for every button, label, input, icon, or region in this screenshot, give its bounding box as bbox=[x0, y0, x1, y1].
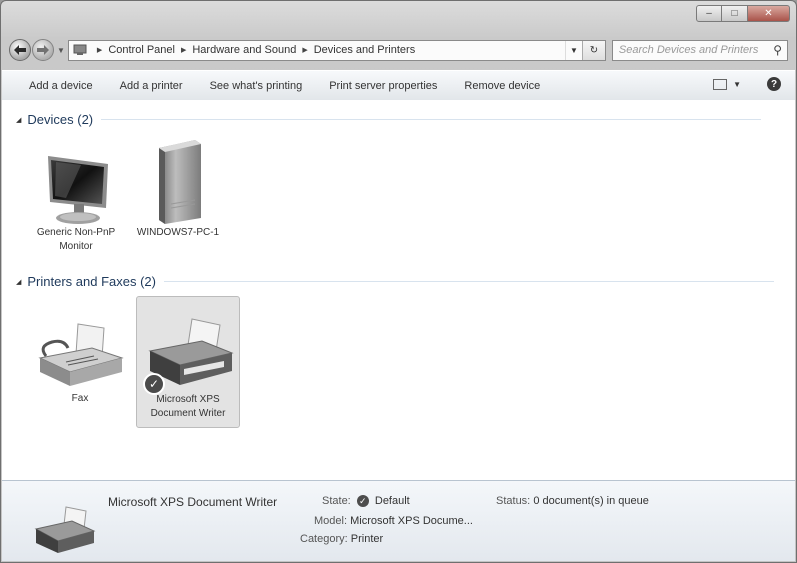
printer-item-fax[interactable]: Fax bbox=[28, 308, 132, 406]
device-label: WINDOWS7-PC-1 bbox=[136, 227, 220, 238]
search-input[interactable]: Search Devices and Printers ⚲ bbox=[611, 39, 788, 61]
status-label: Status: bbox=[496, 495, 531, 507]
minimize-button[interactable]: – bbox=[696, 5, 722, 22]
status-value: 0 document(s) in queue bbox=[533, 495, 649, 507]
details-device-name: Microsoft XPS Document Writer bbox=[108, 495, 278, 509]
forward-button[interactable] bbox=[32, 39, 54, 61]
add-device-button[interactable]: Add a device bbox=[29, 80, 93, 92]
toolbar-right: ▼ ? bbox=[713, 77, 781, 91]
view-options-dropdown[interactable]: ▼ bbox=[733, 80, 741, 89]
address-history-dropdown[interactable]: ▼ bbox=[564, 40, 582, 60]
address-bar[interactable]: ▶ Control Panel ▶ Hardware and Sound ▶ D… bbox=[67, 39, 606, 61]
printer-label: Fax bbox=[71, 393, 89, 404]
navigation-bar: ▼ ▶ Control Panel ▶ Hardware and Sound ▶… bbox=[9, 37, 788, 63]
group-divider bbox=[101, 119, 762, 120]
close-button[interactable]: ✕ bbox=[748, 5, 790, 22]
icon-container bbox=[126, 130, 230, 226]
caption-buttons: – □ ✕ bbox=[696, 5, 790, 22]
recent-pages-dropdown[interactable]: ▼ bbox=[57, 46, 65, 55]
category-value: Printer bbox=[350, 533, 384, 545]
print-server-properties-button[interactable]: Print server properties bbox=[329, 80, 437, 92]
control-panel-icon bbox=[73, 44, 87, 55]
group-title-devices: Devices (2) bbox=[27, 112, 94, 127]
search-placeholder: Search Devices and Printers bbox=[618, 44, 759, 56]
see-whats-printing-button[interactable]: See what's printing bbox=[210, 80, 303, 92]
breadcrumb-devices-and-printers[interactable]: Devices and Printers bbox=[314, 44, 416, 56]
breadcrumb-separator[interactable]: ▶ bbox=[181, 46, 186, 54]
details-category: Category: Printer bbox=[300, 533, 383, 545]
maximize-button[interactable]: □ bbox=[722, 5, 748, 22]
group-header-devices[interactable]: ◢ Devices (2) bbox=[16, 112, 762, 127]
remove-device-button[interactable]: Remove device bbox=[464, 80, 540, 92]
change-view-icon[interactable] bbox=[713, 78, 728, 90]
computer-tower-icon bbox=[159, 140, 201, 224]
help-icon[interactable]: ? bbox=[767, 77, 781, 91]
device-item-monitor[interactable]: Generic Non-PnP Monitor bbox=[24, 130, 128, 254]
arrow-left-icon bbox=[14, 45, 26, 55]
breadcrumb-separator[interactable]: ▶ bbox=[97, 46, 102, 54]
group-header-printers-and-faxes[interactable]: ◢ Printers and Faxes (2) bbox=[16, 274, 774, 289]
printer-icon bbox=[34, 506, 96, 553]
arrow-right-icon bbox=[37, 45, 49, 55]
breadcrumb-control-panel[interactable]: Control Panel bbox=[108, 44, 175, 56]
details-model: Model: Microsoft XPS Docume... bbox=[314, 515, 473, 527]
address-bar-controls: ▼ ↻ bbox=[564, 40, 605, 60]
device-list-pane: ◢ Devices (2) Generic Non-PnP Monitor WI… bbox=[2, 100, 795, 480]
collapse-triangle-icon[interactable]: ◢ bbox=[16, 116, 21, 124]
refresh-button[interactable]: ↻ bbox=[581, 40, 605, 60]
model-value: Microsoft XPS Docume... bbox=[350, 515, 473, 527]
details-pane: Microsoft XPS Document Writer State: ✓ D… bbox=[2, 480, 795, 561]
monitor-icon bbox=[48, 156, 108, 224]
device-item-computer[interactable]: WINDOWS7-PC-1 bbox=[126, 130, 230, 240]
group-title-printers-and-faxes: Printers and Faxes (2) bbox=[27, 274, 156, 289]
state-value: Default bbox=[374, 495, 410, 507]
printer-item-xps-document-writer[interactable]: Microsoft XPS Document Writer ✓ bbox=[136, 296, 240, 428]
default-check-icon: ✓ bbox=[356, 495, 369, 508]
add-printer-button[interactable]: Add a printer bbox=[120, 80, 183, 92]
collapse-triangle-icon[interactable]: ◢ bbox=[16, 278, 21, 286]
details-status: Status: 0 document(s) in queue bbox=[496, 495, 649, 507]
details-state: State: ✓ Default bbox=[322, 495, 410, 508]
model-label: Model: bbox=[314, 515, 348, 527]
command-bar: Add a device Add a printer See what's pr… bbox=[2, 70, 795, 101]
state-label: State: bbox=[322, 495, 351, 507]
breadcrumb-separator[interactable]: ▶ bbox=[302, 46, 307, 54]
icon-container bbox=[28, 308, 132, 392]
refresh-icon: ↻ bbox=[589, 44, 599, 56]
group-divider bbox=[164, 281, 774, 282]
category-label: Category: bbox=[300, 533, 348, 545]
breadcrumb-hardware-and-sound[interactable]: Hardware and Sound bbox=[192, 44, 296, 56]
device-label: Generic Non-PnP Monitor bbox=[36, 227, 116, 252]
fax-icon bbox=[38, 323, 124, 386]
printer-label: Microsoft XPS Document Writer bbox=[150, 394, 226, 419]
icon-container bbox=[24, 130, 128, 226]
devices-and-printers-window: – □ ✕ ▼ ▶ Control Panel ▶ Hardware and S… bbox=[0, 0, 797, 563]
search-icon[interactable]: ⚲ bbox=[773, 43, 782, 57]
default-printer-check-icon: ✓ bbox=[143, 373, 165, 395]
back-button[interactable] bbox=[9, 39, 31, 61]
